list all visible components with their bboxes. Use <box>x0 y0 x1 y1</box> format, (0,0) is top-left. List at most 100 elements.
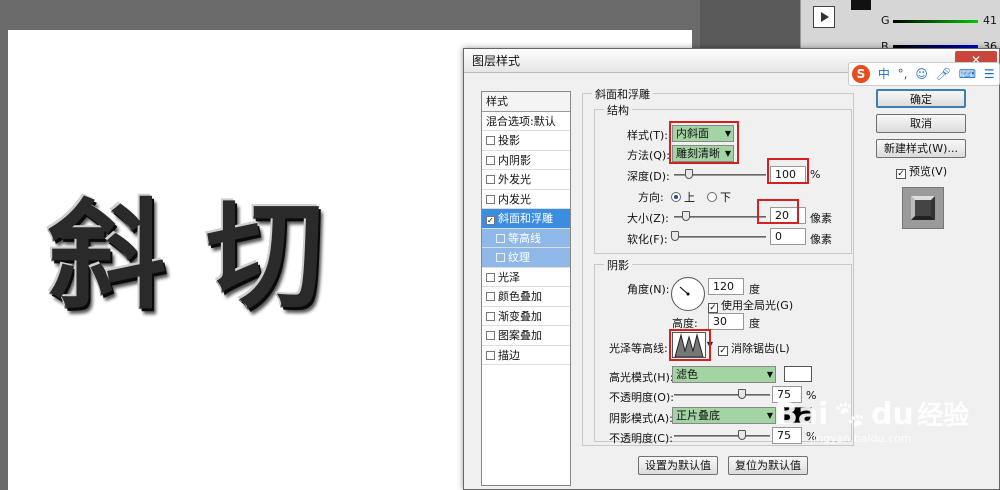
style-item[interactable]: 纹理 <box>482 248 570 268</box>
style-item[interactable]: 投影 <box>482 131 570 151</box>
style-item[interactable]: 颜色叠加 <box>482 287 570 307</box>
checkbox-icon[interactable] <box>496 253 505 262</box>
highlight-mode-label: 高光模式(H): <box>609 371 674 384</box>
style-item-label: 纹理 <box>508 251 530 264</box>
styles-header[interactable]: 样式 <box>482 92 570 112</box>
altitude-input[interactable]: 30 <box>708 313 744 330</box>
altitude-unit: 度 <box>749 317 760 330</box>
soften-slider-thumb[interactable] <box>671 231 679 241</box>
style-item-label: 图案叠加 <box>498 329 542 342</box>
size-highlight <box>757 199 799 224</box>
radio-off-icon <box>707 192 717 202</box>
style-label: 样式(T): <box>627 129 669 142</box>
checkmark-icon: ✓ <box>718 346 728 356</box>
make-default-button[interactable]: 设置为默认值 <box>638 456 718 475</box>
style-item-label: 内发光 <box>498 192 531 206</box>
ime-punct-mode[interactable]: °, <box>898 67 908 81</box>
style-item-label: 颜色叠加 <box>498 290 542 303</box>
checkbox-icon[interactable] <box>486 311 495 321</box>
ime-toolbar[interactable]: S 中 °, ☺ 🎤︎ ⌨ ☰ <box>848 62 1000 86</box>
highlight-opacity-slider[interactable] <box>674 394 770 396</box>
g-value[interactable]: 41 <box>983 14 997 27</box>
style-item[interactable]: 图案叠加 <box>482 326 570 346</box>
shadow-opacity-thumb[interactable] <box>738 430 746 440</box>
angle-unit: 度 <box>749 283 760 296</box>
emoji-icon[interactable]: ☺ <box>915 67 928 81</box>
menu-icon[interactable]: ☰ <box>984 67 995 81</box>
gloss-contour-label: 光泽等高线: <box>609 342 668 355</box>
size-slider-thumb[interactable] <box>682 211 690 221</box>
style-item[interactable]: 描边 <box>482 346 570 365</box>
watermark-brand-2: du <box>870 397 914 432</box>
checkbox-icon[interactable] <box>486 155 495 165</box>
soften-input[interactable]: 0 <box>770 228 806 245</box>
watermark-url: jingyan.baidu.com <box>810 432 912 445</box>
checkbox-icon[interactable] <box>496 233 505 243</box>
checkbox-checked-icon[interactable]: ✓ <box>486 216 495 225</box>
chevron-down-icon: ▼ <box>766 370 773 379</box>
technique-label: 方法(Q): <box>627 149 670 162</box>
style-item[interactable]: 混合选项:默认 <box>482 112 570 131</box>
global-light-checkbox[interactable]: ✓ 使用全局光(G) <box>708 297 793 313</box>
g-slider[interactable] <box>893 20 978 23</box>
microphone-icon[interactable]: 🎤︎ <box>936 67 951 81</box>
style-item[interactable]: 内发光 <box>482 190 570 209</box>
checkbox-icon[interactable] <box>486 292 495 301</box>
checkmark-icon: ✓ <box>896 169 906 179</box>
depth-highlight <box>767 158 809 184</box>
shadow-mode-label: 阴影模式(A): <box>609 412 673 425</box>
style-item[interactable]: 光泽 <box>482 268 570 287</box>
angle-dial[interactable] <box>671 277 705 311</box>
checkbox-icon[interactable] <box>486 175 495 184</box>
highlight-opacity-thumb[interactable] <box>738 389 746 399</box>
checkbox-icon[interactable] <box>486 194 495 204</box>
checkbox-icon[interactable] <box>486 136 495 145</box>
new-style-button[interactable]: 新建样式(W)... <box>876 139 966 158</box>
depth-unit: % <box>810 168 821 181</box>
highlight-color-swatch[interactable] <box>784 366 812 382</box>
antialias-checkbox[interactable]: ✓ 消除锯齿(L) <box>718 340 790 356</box>
highlight-mode-select[interactable]: 滤色 ▼ <box>672 366 776 383</box>
foreground-color-swatch[interactable] <box>851 0 871 10</box>
style-item[interactable]: 渐变叠加 <box>482 307 570 326</box>
play-action-icon[interactable] <box>813 6 835 28</box>
angle-label: 角度(N): <box>627 283 670 296</box>
style-item-label: 光泽 <box>498 270 520 284</box>
style-item[interactable]: 等高线 <box>482 228 570 248</box>
shadow-mode-select[interactable]: 正片叠底 ▼ <box>672 407 776 424</box>
cancel-button[interactable]: 取消 <box>876 114 966 133</box>
ime-chinese-mode[interactable]: 中 <box>878 67 890 81</box>
shadow-opacity-label: 不透明度(C): <box>609 432 673 445</box>
preview-checkbox[interactable]: ✓ 预览(V) <box>896 163 947 179</box>
direction-up-radio[interactable]: 上 <box>671 189 695 205</box>
beveled-artwork-text: 斜切 <box>48 186 365 325</box>
g-channel-label: G <box>881 14 890 27</box>
style-item-label: 内阴影 <box>498 153 531 167</box>
depth-slider-thumb[interactable] <box>685 169 693 179</box>
style-technique-highlight <box>669 121 739 164</box>
size-label: 大小(Z): <box>627 212 669 225</box>
soften-label: 软化(F): <box>627 233 668 246</box>
sogou-logo-icon: S <box>852 65 870 83</box>
bevel-section-title: 斜面和浮雕 <box>592 86 653 102</box>
structure-title: 结构 <box>604 102 632 118</box>
checkbox-icon[interactable] <box>486 272 495 282</box>
soften-slider[interactable] <box>674 236 766 238</box>
highlight-opacity-label: 不透明度(O): <box>609 391 674 404</box>
checkbox-icon[interactable] <box>486 331 495 340</box>
style-item[interactable]: ✓ 斜面和浮雕 <box>482 209 570 229</box>
style-item-label: 混合选项:默认 <box>486 114 556 128</box>
style-item[interactable]: 外发光 <box>482 170 570 190</box>
style-item[interactable]: 内阴影 <box>482 151 570 170</box>
watermark-product: 经验 <box>917 401 970 431</box>
shadow-opacity-slider[interactable] <box>674 435 770 437</box>
angle-input[interactable]: 120 <box>708 278 744 295</box>
keyboard-icon[interactable]: ⌨ <box>959 67 976 81</box>
direction-down-radio[interactable]: 下 <box>707 189 731 205</box>
soften-unit: 像素 <box>810 233 832 246</box>
ok-button[interactable]: 确定 <box>876 89 966 108</box>
checkbox-icon[interactable] <box>486 350 495 360</box>
watermark-brand: Bai <box>775 397 829 432</box>
dialog-title: 图层样式 <box>472 54 521 68</box>
style-item-label: 等高线 <box>508 231 541 245</box>
